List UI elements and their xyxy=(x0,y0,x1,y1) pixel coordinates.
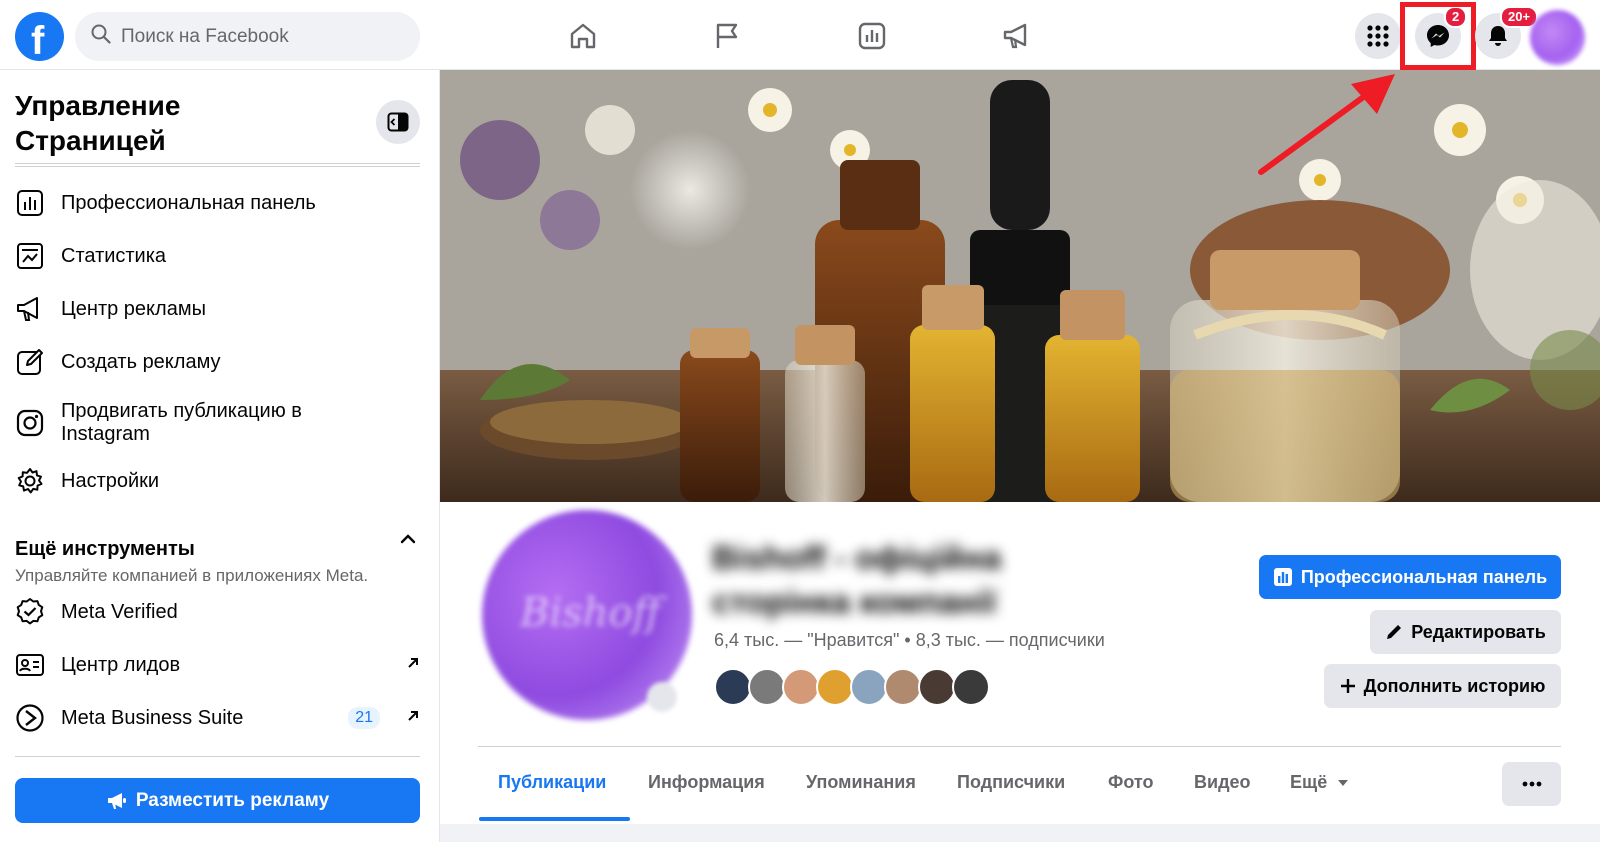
search-bar[interactable] xyxy=(75,12,420,61)
instagram-icon xyxy=(15,408,45,438)
external-link-icon xyxy=(406,656,420,675)
sidebar-item-create-ad[interactable]: Создать рекламу xyxy=(15,347,420,377)
more-tools-title: Ещё инструменты xyxy=(15,538,195,560)
contact-card-icon xyxy=(15,650,45,680)
pencil-icon xyxy=(1387,625,1402,639)
facebook-logo-icon[interactable]: f xyxy=(15,12,64,61)
sidebar-item-promote-instagram[interactable]: Продвигать публикацию в Instagram xyxy=(15,400,420,446)
annotation-highlight-box xyxy=(1400,2,1476,70)
sidebar-item-label: Центр лидов xyxy=(61,653,181,676)
follower-avatar[interactable] xyxy=(816,668,854,706)
edit-label: Редактировать xyxy=(1411,621,1546,642)
sidebar-item-meta-verified[interactable]: Meta Verified xyxy=(15,597,420,627)
follower-avatar[interactable] xyxy=(850,668,888,706)
megaphone-icon xyxy=(107,792,126,809)
sidebar-item-label: Meta Business Suite xyxy=(61,706,244,729)
dashboard-icon xyxy=(15,188,45,218)
business-suite-icon xyxy=(15,703,45,733)
edit-button[interactable]: Редактировать xyxy=(1370,610,1561,654)
follower-avatar[interactable] xyxy=(884,668,922,706)
follower-avatars[interactable] xyxy=(714,668,990,706)
megaphone-icon xyxy=(15,294,45,324)
megaphone-icon[interactable] xyxy=(997,16,1037,56)
sidebar-divider xyxy=(15,166,420,167)
insights-icon xyxy=(15,241,45,271)
chevron-up-icon[interactable] xyxy=(400,532,416,550)
verified-icon xyxy=(15,597,45,627)
dashboard-icon xyxy=(1273,568,1292,586)
tab-videos[interactable]: Видео xyxy=(1194,772,1251,793)
annotation-arrow-icon xyxy=(1258,74,1395,175)
analytics-icon[interactable] xyxy=(852,16,892,56)
sidebar-divider xyxy=(15,163,420,164)
top-navigation-bar: f 2 20+ xyxy=(0,0,1600,70)
place-ad-button[interactable]: Разместить рекламу xyxy=(15,778,420,823)
flag-icon[interactable] xyxy=(707,16,747,56)
edit-icon xyxy=(15,347,45,377)
profile-picture-logo: Bishoff xyxy=(520,590,661,636)
sidebar-divider xyxy=(15,756,420,757)
notification-count-badge: 21 xyxy=(348,707,380,729)
follower-avatar[interactable] xyxy=(782,668,820,706)
tab-followers[interactable]: Подписчики xyxy=(957,772,1065,793)
sidebar-item-label: Настройки xyxy=(61,469,160,492)
tabs-divider xyxy=(478,746,1561,747)
tab-about[interactable]: Информация xyxy=(648,772,765,793)
professional-dashboard-label: Профессиональная панель xyxy=(1300,566,1548,587)
sidebar-item-label: Профессиональная панель xyxy=(61,191,316,214)
follower-avatar[interactable] xyxy=(952,668,990,706)
tab-more[interactable]: Ещё xyxy=(1290,772,1327,793)
sidebar-item-settings[interactable]: Настройки xyxy=(15,466,420,496)
sidebar-item-statistics[interactable]: Статистика xyxy=(15,241,420,271)
feed-background xyxy=(440,824,1600,842)
sidebar-item-lead-center[interactable]: Центр лидов xyxy=(15,650,420,680)
sidebar-item-professional-dashboard[interactable]: Профессиональная панель xyxy=(15,188,420,218)
add-story-label: Дополнить историю xyxy=(1363,675,1546,696)
add-story-button[interactable]: Дополнить историю xyxy=(1324,664,1561,708)
tab-posts[interactable]: Публикации xyxy=(498,772,606,793)
gear-icon xyxy=(15,466,45,496)
follower-avatar[interactable] xyxy=(748,668,786,706)
search-icon xyxy=(91,24,111,49)
active-tab-indicator xyxy=(479,817,630,821)
home-icon[interactable] xyxy=(563,16,603,56)
panel-toggle-icon xyxy=(387,112,409,132)
plus-icon xyxy=(1340,679,1355,693)
follower-avatar[interactable] xyxy=(714,668,752,706)
professional-dashboard-button[interactable]: Профессиональная панель xyxy=(1259,555,1561,599)
more-tools-subtitle: Управляйте компанией в приложениях Meta. xyxy=(15,566,369,585)
search-input[interactable] xyxy=(121,25,401,48)
sidebar-toggle-button[interactable] xyxy=(376,100,420,144)
manage-page-sidebar: Управление Страницей Профессиональная па… xyxy=(0,70,440,842)
external-link-icon xyxy=(406,709,420,728)
account-avatar[interactable] xyxy=(1530,10,1585,65)
caret-down-icon[interactable] xyxy=(1337,779,1349,787)
grid-menu-icon[interactable] xyxy=(1355,13,1401,59)
cover-photo-image xyxy=(440,70,1600,502)
tab-photos[interactable]: Фото xyxy=(1108,772,1153,793)
tab-mentions[interactable]: Упоминания xyxy=(806,772,916,793)
cover-photo[interactable] xyxy=(440,70,1600,502)
sidebar-item-label: Продвигать публикацию в Instagram xyxy=(61,400,302,445)
page-name: Bishoff - офіційна сторінка компанії xyxy=(712,539,1002,620)
sidebar-item-label: Создать рекламу xyxy=(61,350,221,373)
ellipsis-icon xyxy=(1522,781,1541,787)
more-options-button[interactable] xyxy=(1502,762,1561,806)
follower-avatar[interactable] xyxy=(918,668,956,706)
sidebar-item-meta-business-suite[interactable]: Meta Business Suite 21 xyxy=(15,703,420,733)
place-ad-label: Разместить рекламу xyxy=(135,789,330,811)
sidebar-item-label: Статистика xyxy=(61,244,167,267)
sidebar-title: Управление Страницей xyxy=(15,90,181,156)
sidebar-item-label: Центр рекламы xyxy=(61,297,206,320)
sidebar-item-label: Meta Verified xyxy=(61,600,178,623)
camera-icon[interactable] xyxy=(647,682,677,712)
page-stats[interactable]: 6,4 тыс. — "Нравится" • 8,3 тыс. — подпи… xyxy=(714,630,1105,651)
sidebar-item-ad-center[interactable]: Центр рекламы xyxy=(15,294,420,324)
svg-text:f: f xyxy=(31,19,45,61)
